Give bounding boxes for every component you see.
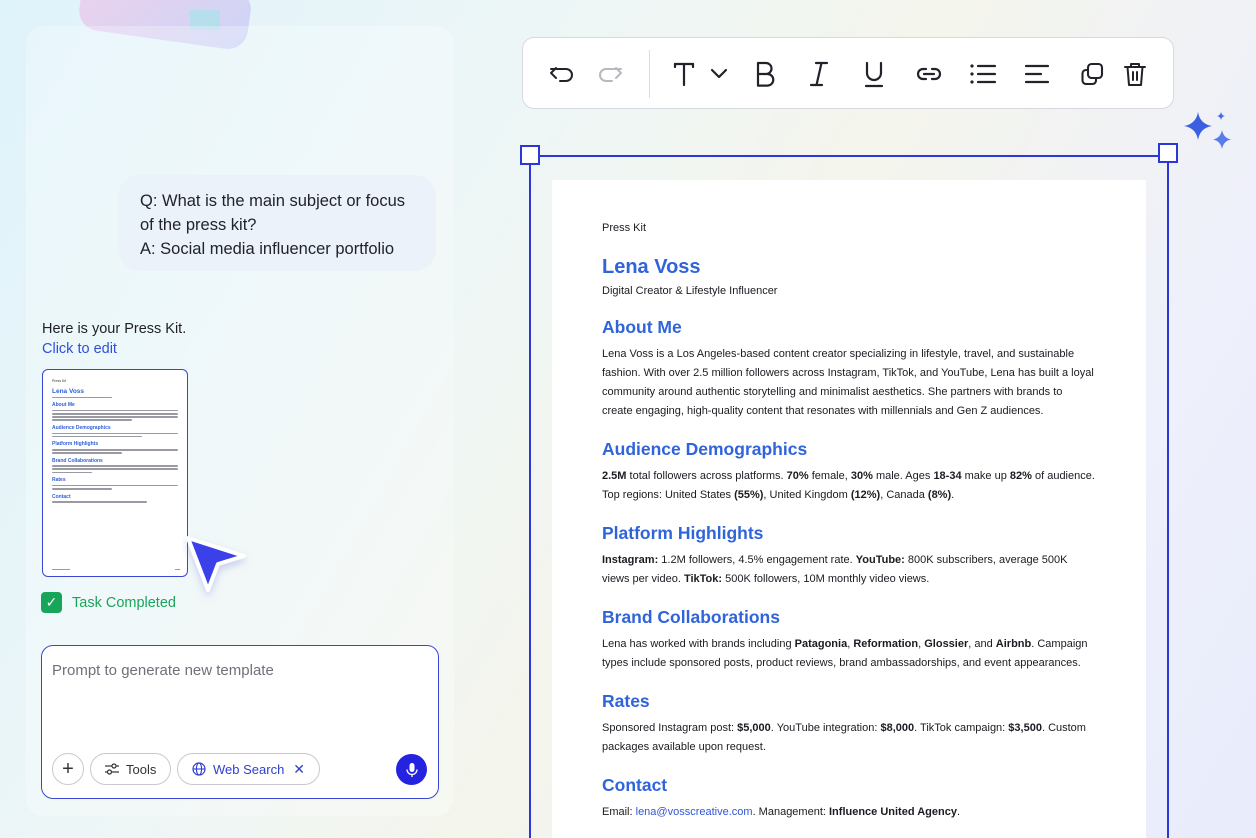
thumb-line <box>52 471 92 474</box>
redo-button[interactable] <box>592 56 628 92</box>
thumb-line <box>52 452 122 454</box>
undo-button[interactable] <box>544 56 580 92</box>
close-icon[interactable]: ✕ <box>293 761 305 778</box>
prompt-composer: + Tools Web Search ✕ <box>41 645 439 799</box>
press-kit-thumbnail[interactable]: Press Kit Lena Voss About Me Audience De… <box>42 369 188 577</box>
brands-body: Lena has worked with brands including Pa… <box>602 638 1088 669</box>
thumb-line <box>52 396 112 399</box>
click-to-edit-link[interactable]: Click to edit <box>42 339 186 359</box>
add-attachment-button[interactable]: + <box>52 753 84 785</box>
check-icon: ✓ <box>41 592 62 613</box>
bold-button[interactable] <box>747 56 783 92</box>
trash-icon <box>1124 63 1146 86</box>
thumb-line <box>52 419 132 421</box>
thumb-line <box>52 412 178 415</box>
contact-body: Email: lena@vosscreative.com. Management… <box>602 806 961 818</box>
platform-heading: Platform Highlights <box>602 523 764 543</box>
doc-tagline: Digital Creator & Lifestyle Influencer <box>602 285 778 297</box>
thumb-heading: About Me <box>52 402 75 409</box>
task-status-label: Task Completed <box>72 594 176 611</box>
qa-message-bubble: Q: What is the main subject or focus of … <box>118 175 436 271</box>
thumb-line <box>52 435 142 438</box>
thumb-heading: Brand Collaborations <box>52 457 103 464</box>
thumb-line <box>52 409 178 412</box>
brands-heading: Brand Collaborations <box>602 607 780 627</box>
thumb-footer <box>52 568 180 570</box>
ai-sparkle-icon <box>1184 112 1231 149</box>
thumb-line <box>52 448 178 451</box>
audience-body: 2.5M total followers across platforms. 7… <box>602 470 1095 501</box>
italic-button[interactable] <box>801 56 837 92</box>
contact-heading: Contact <box>602 775 668 795</box>
align-icon <box>1024 64 1050 84</box>
thumb-heading: Audience Demographics <box>52 424 111 431</box>
formatting-toolbar <box>522 37 1174 109</box>
align-button[interactable] <box>1019 56 1055 92</box>
thumb-heading: Rates <box>52 477 66 484</box>
text-style-icon <box>673 62 728 87</box>
question-text-cont: of the press kit? <box>140 216 257 234</box>
tools-button[interactable]: Tools <box>90 753 172 785</box>
underline-button[interactable] <box>856 56 892 92</box>
thumb-line <box>52 468 178 471</box>
thumb-line <box>52 416 178 418</box>
link-button[interactable] <box>911 56 947 92</box>
doc-kit-label: Press Kit <box>602 222 647 234</box>
web-search-chip[interactable]: Web Search ✕ <box>177 753 321 785</box>
audience-heading: Audience Demographics <box>602 439 808 459</box>
prompt-input[interactable] <box>52 662 422 679</box>
plus-icon: + <box>62 757 74 780</box>
resize-handle-top-right[interactable] <box>1158 143 1178 163</box>
duplicate-button[interactable] <box>1074 56 1110 92</box>
duplicate-icon <box>1081 62 1104 86</box>
doc-name: Lena Voss <box>602 256 701 278</box>
globe-icon <box>192 762 206 776</box>
email-link[interactable]: lena@vosscreative.com <box>636 806 753 818</box>
thumb-heading: Platform Highlights <box>52 441 99 448</box>
microphone-button[interactable] <box>396 754 427 785</box>
thumb-kit-label: Press Kit <box>52 379 67 383</box>
thumb-line <box>52 484 178 487</box>
thumb-line <box>52 488 112 490</box>
platform-body: Instagram: 1.2M followers, 4.5% engageme… <box>602 554 1068 585</box>
thumb-line <box>52 465 178 467</box>
about-heading: About Me <box>602 317 682 337</box>
task-status: ✓ Task Completed <box>41 592 176 613</box>
thumb-heading: Contact <box>52 493 71 500</box>
toolbar-divider <box>649 50 650 98</box>
underline-icon <box>864 61 884 88</box>
text-style-dropdown[interactable] <box>667 56 733 92</box>
thumb-line <box>52 432 178 435</box>
rates-heading: Rates <box>602 691 650 711</box>
press-kit-document[interactable]: Press Kit Lena Voss Digital Creator & Li… <box>552 180 1146 838</box>
link-icon <box>916 67 942 81</box>
rates-body: Sponsored Instagram post: $5,000. YouTub… <box>602 722 1086 753</box>
redo-icon <box>599 67 622 82</box>
resize-handle-top-left[interactable] <box>520 145 540 165</box>
assistant-message: Here is your Press Kit. Click to edit <box>42 319 186 359</box>
bulleted-list-button[interactable] <box>965 56 1001 92</box>
microphone-icon <box>405 762 418 777</box>
intro-text: Here is your Press Kit. <box>42 321 187 337</box>
about-body: Lena Voss is a Los Angeles-based content… <box>602 348 1094 417</box>
thumb-name: Lena Voss <box>52 388 85 395</box>
web-search-label: Web Search <box>213 761 285 777</box>
bold-icon <box>756 61 775 87</box>
thumb-line <box>52 501 147 503</box>
sliders-icon <box>105 763 119 775</box>
answer-text: A: Social media influencer portfolio <box>140 240 395 258</box>
pointer-cursor-icon <box>186 536 246 592</box>
question-text: Q: What is the main subject or focus <box>140 192 406 210</box>
italic-icon <box>809 61 829 87</box>
delete-button[interactable] <box>1117 56 1153 92</box>
tools-label: Tools <box>126 761 157 777</box>
undo-icon <box>550 67 573 82</box>
list-icon <box>970 64 997 84</box>
